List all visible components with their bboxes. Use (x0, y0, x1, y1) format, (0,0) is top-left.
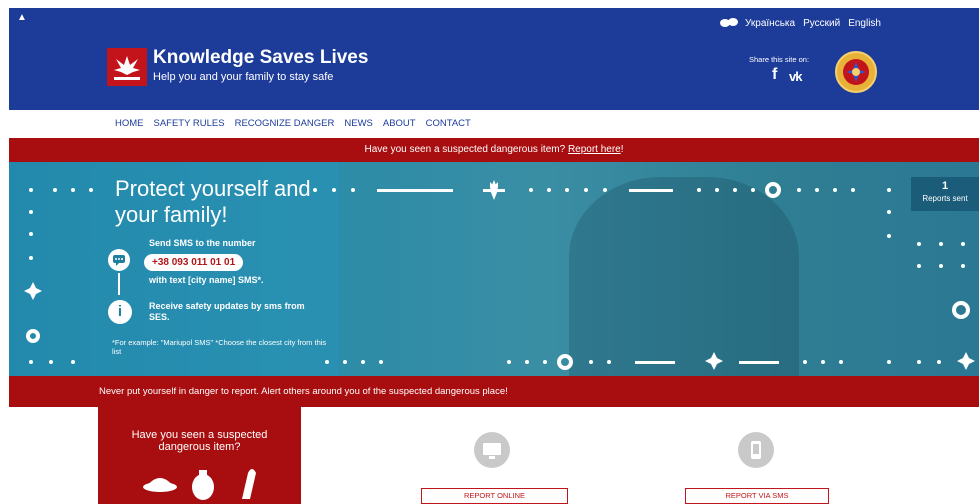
logo-icon[interactable] (107, 48, 147, 86)
monitor-icon (474, 432, 510, 468)
report-here-link[interactable]: Report here (568, 144, 621, 155)
report-prompt-card: Have you seen a suspected dangerous item… (98, 407, 301, 504)
globe-icon (720, 18, 738, 27)
report-online-button[interactable]: REPORT ONLINE (421, 488, 568, 504)
sms-instruction: Send SMS to the number (149, 238, 256, 248)
vk-icon[interactable]: vk (789, 69, 803, 84)
alert-suffix: ! (620, 144, 624, 155)
lang-ukrainian[interactable]: Українська (743, 18, 797, 29)
nav-safety-rules[interactable]: SAFETY RULES (154, 118, 225, 129)
phone-icon (738, 432, 774, 468)
site-tagline: Help you and your family to stay safe (153, 71, 334, 83)
lang-english[interactable]: English (846, 18, 883, 29)
emblem-icon (835, 51, 877, 93)
sms-updates-text: Receive safety updates by sms from SES. (149, 301, 305, 322)
main-nav: HOME SAFETY RULES RECOGNIZE DANGER NEWS … (115, 118, 471, 129)
step-connector (118, 273, 120, 295)
lang-russian[interactable]: Русский (801, 18, 842, 29)
site-title[interactable]: Knowledge Saves Lives (153, 47, 368, 69)
sms-icon (108, 249, 130, 271)
sms-phone-number: +38 093 011 01 01 (144, 254, 244, 271)
nav-news[interactable]: NEWS (344, 118, 373, 129)
nav-contact[interactable]: CONTACT (426, 118, 471, 129)
site-header: ▲ Knowledge Saves Lives Help you and you… (9, 8, 979, 110)
language-switcher: Українська Русский English (719, 17, 883, 29)
sms-footnote[interactable]: *For example: "Mariupol SMS" *Choose the… (112, 338, 332, 356)
nav-home[interactable]: HOME (115, 118, 144, 129)
reports-counter: 1 Reports sent (911, 177, 979, 211)
grenade-icon (192, 470, 214, 500)
report-via-sms-button[interactable]: REPORT VIA SMS (685, 488, 829, 504)
share-label: Share this site on: (749, 55, 810, 64)
hero-banner: Protect yourself and your family! Send S… (9, 162, 979, 376)
cursor-icon: ▲ (17, 12, 27, 23)
info-icon: i (108, 300, 132, 324)
shell-icon (242, 469, 256, 499)
report-alert-bar: Have you seen a suspected dangerous item… (9, 138, 979, 162)
sms-text-format: with text [city name] SMS*. (149, 275, 264, 285)
reports-label: Reports sent (922, 194, 968, 203)
nav-recognize-danger[interactable]: RECOGNIZE DANGER (235, 118, 335, 129)
nav-about[interactable]: ABOUT (383, 118, 416, 129)
reports-count: 1 (941, 180, 949, 192)
safety-warning-bar: Never put yourself in danger to report. … (9, 376, 979, 407)
alert-text: Have you seen a suspected dangerous item… (364, 144, 566, 155)
facebook-icon[interactable]: f (772, 66, 777, 84)
landmine-icon (143, 478, 177, 492)
dangerous-items-icons (143, 469, 256, 500)
hero-title: Protect yourself and your family! (115, 176, 311, 227)
